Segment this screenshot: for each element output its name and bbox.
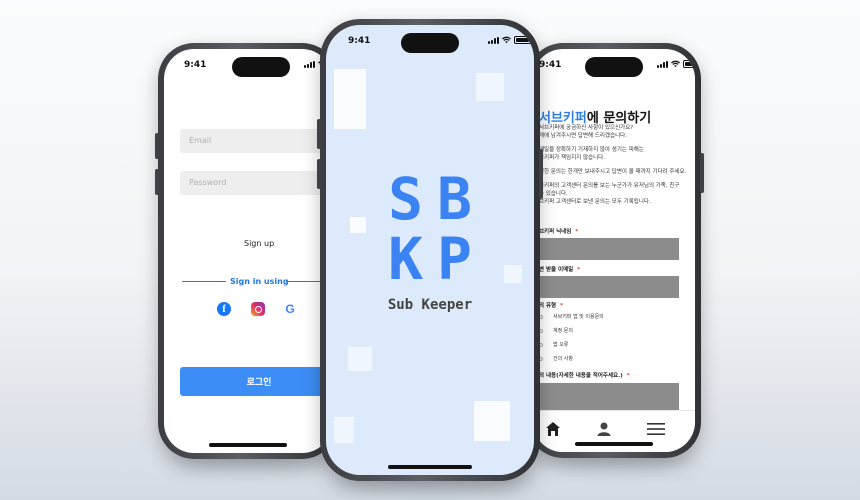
status-time: 9:41 — [184, 60, 207, 70]
dynamic-island — [585, 57, 643, 77]
login-screen: 9:41 Email Password Sign up Sign in usin… — [164, 49, 332, 453]
decor-square — [348, 347, 372, 371]
nickname-input[interactable] — [539, 238, 679, 260]
menu-icon[interactable] — [647, 421, 665, 437]
email-input[interactable] — [539, 276, 679, 298]
decor-square — [476, 73, 504, 101]
decor-square — [334, 417, 354, 443]
login-button[interactable]: 로그인 — [180, 367, 332, 396]
status-time: 9:41 — [348, 36, 371, 46]
home-indicator — [575, 442, 653, 446]
signup-link[interactable]: Sign up — [244, 239, 274, 248]
notice-line: 브키퍼의 고객센터 문의를 보는 누군가가 유저님의 가족, 친구 — [539, 183, 680, 189]
notice-line: 브키퍼 고객센터로 보낸 문의는 모두 기록됩니다. — [539, 199, 651, 205]
home-indicator — [388, 465, 472, 469]
inquiry-title-accent: 서브키퍼 — [539, 111, 587, 126]
decor-square — [474, 401, 510, 441]
instagram-icon[interactable] — [251, 302, 265, 316]
inquiry-title: 서브키퍼에 문의하기 — [539, 107, 651, 126]
dynamic-island — [232, 57, 290, 77]
type-label: 의 유형 * — [539, 303, 563, 309]
login-phone: 9:41 Email Password Sign up Sign in usin… — [155, 43, 338, 459]
signal-icon — [304, 61, 315, 68]
signal-icon — [657, 61, 668, 68]
battery-icon — [683, 60, 695, 68]
battery-icon — [514, 36, 531, 44]
facebook-icon[interactable]: f — [217, 302, 231, 316]
type-option-account[interactable]: 계정 문의 — [539, 327, 573, 334]
signal-icon — [488, 37, 499, 44]
wifi-icon — [671, 60, 680, 68]
status-icons — [657, 60, 695, 68]
notice-line: 일한 문의는 한개만 보내주시고 답변이 올 때까지 기다려 주세요. — [539, 169, 687, 175]
logo-line-1: SB — [388, 165, 486, 233]
status-time: 9:41 — [539, 60, 562, 70]
content-textarea[interactable] — [539, 383, 679, 413]
wifi-icon — [502, 36, 511, 44]
inquiry-screen: 9:41 서브키퍼에 문의하기 서브키퍼에 궁금하신 사항이 있으신가요? 래에… — [533, 49, 695, 452]
intro-line: 서브키퍼에 궁금하신 사항이 있으신가요? — [539, 125, 634, 131]
divider-left — [182, 281, 226, 282]
password-field[interactable]: Password — [180, 171, 330, 195]
status-icons — [488, 36, 531, 44]
content-label: 의 내용(자세한 내용을 적어주세요.) * — [539, 373, 630, 379]
type-option-error[interactable]: 앱 오류 — [539, 341, 568, 348]
email-field[interactable]: Email — [180, 129, 330, 153]
sign-in-using-label: Sign in using — [230, 277, 289, 286]
intro-line: 래에 남겨주시면 답변해 드리겠습니다. — [539, 133, 627, 139]
email-label: 변 받을 이메일 * — [539, 267, 581, 273]
decor-square — [334, 69, 366, 129]
splash-screen: 9:41 SB KP Sub Keeper — [326, 25, 534, 475]
home-indicator — [209, 443, 287, 447]
inquiry-title-rest: 에 문의하기 — [586, 111, 652, 126]
notice-line: 브키퍼가 책임지지 않습니다. — [539, 155, 605, 161]
notice-line: 메일을 정확하기 기재하지 않아 생기는 피해는 — [539, 147, 644, 153]
type-option-app[interactable]: 서브키퍼 앱 및 이용문의 — [539, 313, 604, 320]
google-icon[interactable]: G — [283, 302, 297, 316]
splash-phone: 9:41 SB KP Sub Keeper — [317, 19, 543, 481]
nickname-label: 브키퍼 닉네임 * — [539, 229, 579, 235]
dynamic-island — [401, 33, 459, 53]
home-icon[interactable] — [545, 421, 561, 437]
profile-icon[interactable] — [596, 421, 612, 437]
notice-line: 수 있습니다. — [539, 191, 568, 197]
inquiry-phone: 9:41 서브키퍼에 문의하기 서브키퍼에 궁금하신 사항이 있으신가요? 래에… — [527, 43, 704, 458]
logo-line-2: KP — [388, 225, 486, 293]
app-name: Sub Keeper — [387, 297, 473, 313]
type-option-suggestion[interactable]: 건의 사항 — [539, 355, 573, 362]
